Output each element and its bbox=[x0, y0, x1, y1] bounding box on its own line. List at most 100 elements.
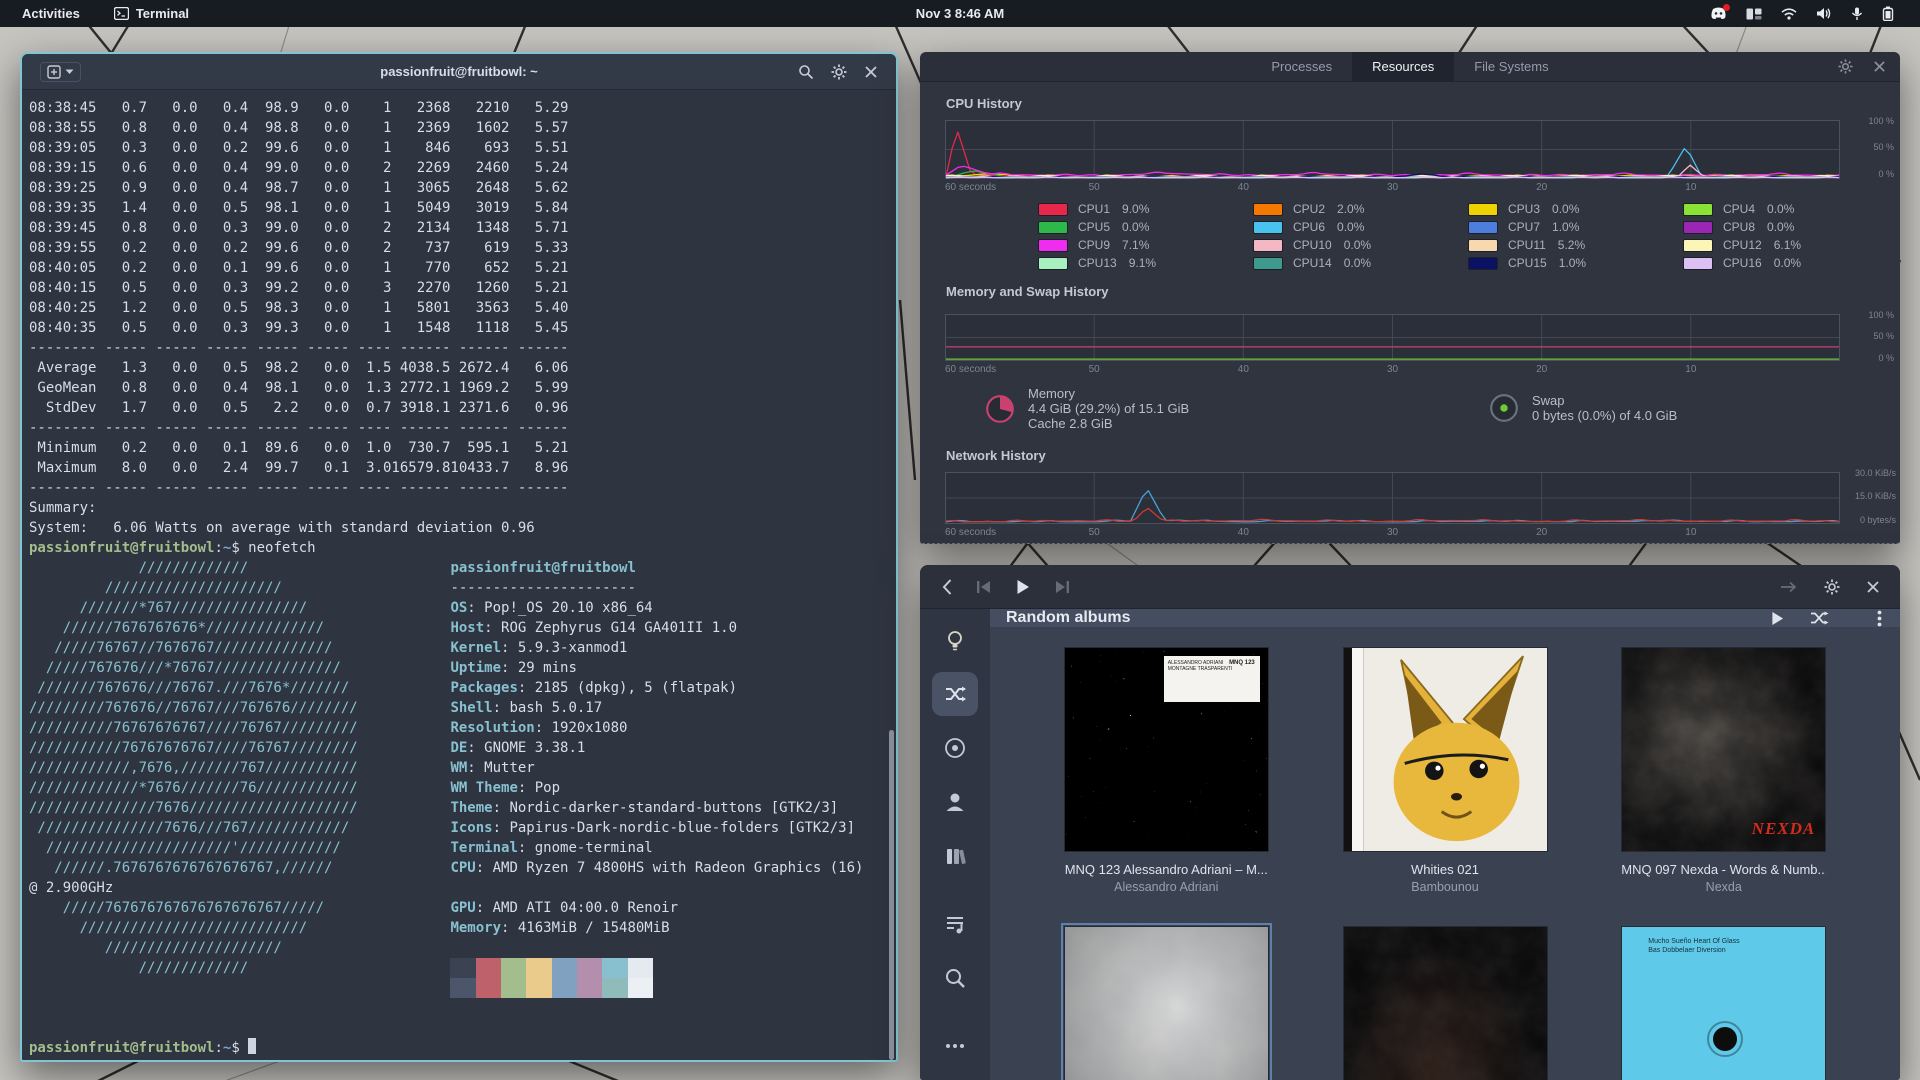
volume-indicator[interactable] bbox=[1816, 7, 1832, 20]
skip-previous-icon[interactable] bbox=[976, 580, 992, 594]
sidebar-item-playlist[interactable] bbox=[920, 897, 990, 951]
activities-button[interactable]: Activities bbox=[14, 6, 88, 21]
clock[interactable]: Nov 3 8:46 AM bbox=[916, 6, 1004, 21]
terminal-line: 08:40:25 1.2 0.0 0.5 98.3 0.0 1 5801 356… bbox=[29, 300, 569, 316]
terminal-window: passionfruit@fruitbowl: ~ 08:38:45 0.7 0… bbox=[20, 52, 898, 1062]
sidebar-item-more[interactable] bbox=[920, 1019, 990, 1073]
new-tab-button[interactable] bbox=[40, 61, 81, 82]
arrow-right-icon[interactable] bbox=[1780, 581, 1798, 593]
terminal-line: 08:38:45 0.7 0.0 0.4 98.9 0.0 1 2368 221… bbox=[29, 100, 569, 116]
memory-x-axis: 60 seconds 50 40 30 20 10 bbox=[945, 364, 1840, 376]
axis-tick-label: 60 seconds bbox=[945, 182, 997, 193]
tab-resources[interactable]: Resources bbox=[1352, 52, 1455, 81]
album-card[interactable] bbox=[1342, 926, 1548, 1080]
microphone-indicator[interactable] bbox=[1851, 7, 1863, 21]
album-art[interactable] bbox=[1060, 923, 1272, 1080]
legend-cpu-name: CPU6 bbox=[1293, 220, 1326, 234]
album-card[interactable]: ALESSANDRO ADRIANI MONTAGNE TRASPARENTI MN… bbox=[1063, 647, 1269, 896]
album-card[interactable] bbox=[1060, 923, 1272, 1080]
album-art[interactable] bbox=[1342, 926, 1548, 1080]
memory-cache: Cache 2.8 GiB bbox=[1028, 416, 1113, 431]
new-tab-icon bbox=[47, 64, 61, 79]
sidebar-item-search[interactable] bbox=[920, 951, 990, 1005]
menu-kebab-icon[interactable] bbox=[1877, 610, 1882, 627]
album-title: MNQ 123 Alessandro Adriani – M... bbox=[1064, 862, 1268, 877]
cpu-legend-item: CPU2 2.0% bbox=[1253, 200, 1468, 218]
disc-icon bbox=[945, 738, 965, 758]
album-artist: Nexda bbox=[1705, 880, 1742, 894]
album-card[interactable]: Whities 021 Bambounou bbox=[1342, 647, 1548, 896]
terminal-scrollbar-thumb[interactable] bbox=[889, 730, 894, 1060]
wifi-indicator[interactable] bbox=[1781, 7, 1797, 20]
cpu-legend-item: CPU11 5.2% bbox=[1468, 236, 1683, 254]
tab-processes[interactable]: Processes bbox=[1251, 52, 1352, 81]
close-icon[interactable] bbox=[1873, 60, 1886, 73]
terminal-line: /////76767//7676767////////////// Kernel… bbox=[29, 640, 628, 656]
terminal-color-swatch bbox=[526, 958, 552, 978]
legend-cpu-name: CPU4 bbox=[1723, 202, 1756, 216]
close-icon[interactable] bbox=[1866, 580, 1880, 594]
search-icon[interactable] bbox=[798, 64, 814, 80]
album-artist: Bambounou bbox=[1411, 880, 1479, 894]
terminal-line: //////////////////////'//////////// Term… bbox=[29, 840, 653, 856]
play-all-icon[interactable] bbox=[1771, 611, 1784, 626]
tab-file-systems[interactable]: File Systems bbox=[1454, 52, 1568, 81]
legend-color-swatch bbox=[1038, 220, 1068, 234]
system-monitor-tabbar: Processes Resources File Systems bbox=[920, 52, 1900, 82]
axis-tick-label: 40 bbox=[1237, 182, 1249, 193]
play-icon[interactable] bbox=[1016, 579, 1030, 595]
terminal-line: //////////76767676767////76767///////// … bbox=[29, 720, 628, 736]
sidebar-item-library[interactable] bbox=[920, 829, 990, 883]
album-card[interactable]: NEXDA MNQ 097 Nexda - Words & Numb... Nexd… bbox=[1621, 647, 1827, 896]
cpu-legend-item: CPU3 0.0% bbox=[1468, 200, 1683, 218]
axis-tick-label: 15.0 KiB/s bbox=[1854, 491, 1896, 502]
legend-cpu-value: 0.0% bbox=[1337, 220, 1365, 234]
focused-app-menu[interactable]: Terminal bbox=[113, 6, 189, 21]
album-art[interactable] bbox=[1342, 647, 1548, 852]
terminal-line: @ 2.900GHz bbox=[29, 880, 114, 896]
album-art[interactable]: NEXDA bbox=[1621, 647, 1827, 852]
gear-icon[interactable] bbox=[1838, 59, 1853, 74]
terminal-color-swatch bbox=[551, 958, 577, 978]
skip-next-icon[interactable] bbox=[1054, 580, 1070, 594]
tiling-toggle[interactable] bbox=[1746, 8, 1762, 20]
discord-tray-icon[interactable] bbox=[1710, 4, 1730, 20]
album-card[interactable]: Mucho Sueño Heart Of Glass Bas Dobbelaer … bbox=[1621, 926, 1827, 1080]
player-headerbar[interactable] bbox=[920, 565, 1900, 609]
sidebar-item-disc[interactable] bbox=[920, 721, 990, 775]
axis-tick-label: 50 % bbox=[1873, 142, 1894, 153]
terminal-line: 08:39:35 1.4 0.0 0.5 98.1 0.0 1 5049 301… bbox=[29, 200, 569, 216]
axis-tick-label: 50 bbox=[1088, 182, 1100, 193]
cpu-legend-item: CPU5 0.0% bbox=[1038, 218, 1253, 236]
back-icon[interactable] bbox=[942, 578, 952, 595]
sidebar-item-person[interactable] bbox=[920, 775, 990, 829]
terminal-line: Average 1.3 0.0 0.5 98.2 0.0 1.5 4038.5 … bbox=[29, 360, 569, 376]
terminal-line: /////767676///*76767/////////////// Upti… bbox=[29, 660, 577, 676]
album-art[interactable]: Mucho Sueño Heart Of Glass Bas Dobbelaer … bbox=[1621, 926, 1827, 1080]
close-icon[interactable] bbox=[864, 65, 878, 79]
terminal-color-swatch bbox=[602, 958, 628, 978]
terminal-titlebar[interactable]: passionfruit@fruitbowl: ~ bbox=[22, 54, 896, 90]
terminal-color-swatch bbox=[627, 978, 653, 998]
album-art[interactable]: ALESSANDRO ADRIANI MONTAGNE TRASPARENTI MN… bbox=[1063, 647, 1269, 852]
gear-icon[interactable] bbox=[831, 64, 847, 80]
gear-icon[interactable] bbox=[1824, 579, 1840, 595]
album-art-label: NEXDA bbox=[1751, 819, 1816, 838]
legend-cpu-name: CPU8 bbox=[1723, 220, 1756, 234]
cpu-legend-item: CPU10 0.0% bbox=[1253, 236, 1468, 254]
cpu-legend-item: CPU4 0.0% bbox=[1683, 200, 1898, 218]
shuffle-icon[interactable] bbox=[1810, 611, 1829, 625]
axis-tick-label: 30 bbox=[1386, 182, 1399, 193]
cpu-legend-item: CPU14 0.0% bbox=[1253, 254, 1468, 272]
memory-history-chart bbox=[945, 314, 1840, 366]
chevron-down-icon bbox=[65, 69, 74, 74]
cpu-y-axis: 100 % 50 % 0 % bbox=[1848, 116, 1894, 179]
terminal-line: /////////767676//76767///767676//////// … bbox=[29, 700, 603, 716]
battery-indicator[interactable] bbox=[1882, 6, 1894, 21]
sidebar-item-lamp[interactable] bbox=[920, 613, 990, 667]
terminal-viewport[interactable]: 08:38:45 0.7 0.0 0.4 98.9 0.0 1 2368 221… bbox=[22, 90, 896, 1061]
terminal-color-swatch bbox=[627, 958, 653, 978]
sidebar-item-shuffle[interactable] bbox=[920, 667, 990, 721]
terminal-line: passionfruit@fruitbowl:~$ neofetch bbox=[29, 540, 316, 556]
